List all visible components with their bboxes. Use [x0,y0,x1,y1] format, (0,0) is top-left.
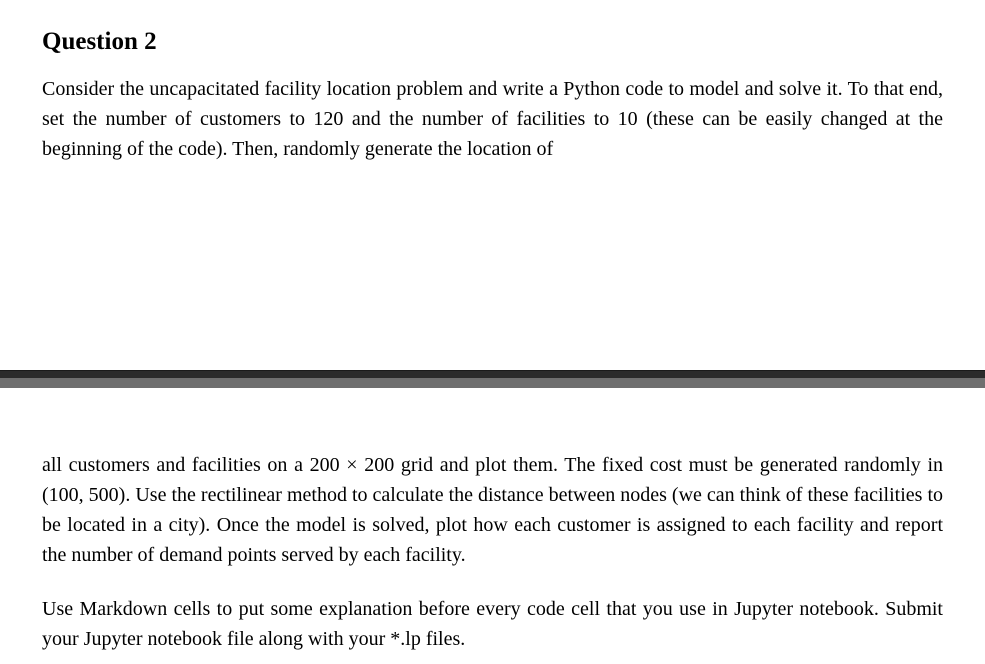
page-container: Question 2 Consider the uncapacitated fa… [0,0,985,664]
bottom-section: all customers and facilities on a 200 × … [0,450,985,654]
question-paragraph-mid: all customers and facilities on a 200 × … [42,450,943,570]
question-paragraph-bottom: Use Markdown cells to put some explanati… [42,594,943,654]
question-paragraph-top: Consider the uncapacitated facility loca… [42,74,943,164]
page-divider [0,370,985,388]
top-section: Question 2 Consider the uncapacitated fa… [0,0,985,164]
question-heading: Question 2 [42,28,943,56]
